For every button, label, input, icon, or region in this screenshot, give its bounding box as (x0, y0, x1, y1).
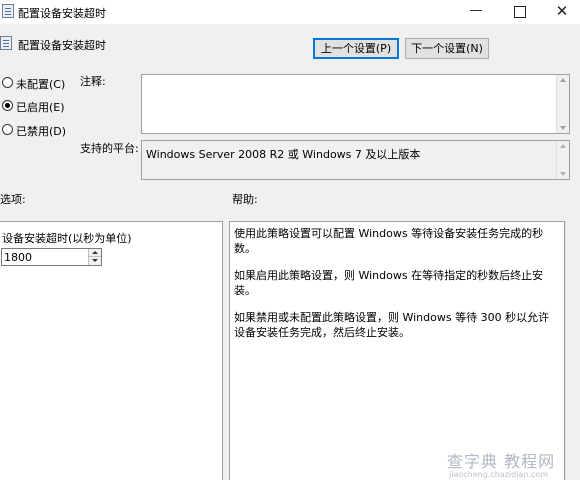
radio-label: 已启用(E) (16, 101, 65, 114)
title-bar: 配置设备安装超时 — ✕ (0, 0, 580, 24)
previous-setting-button[interactable]: 上一个设置(P) (313, 38, 399, 59)
timeout-label: 设备安装超时(以秒为单位) (2, 232, 132, 245)
help-paragraph: 如果禁用或未配置此策略设置，则 Windows 等待 300 秒以允许设备安装任… (234, 311, 550, 339)
timeout-value[interactable]: 1800 (4, 251, 32, 264)
watermark-url: jiaocheng.chazidian.com (449, 470, 549, 479)
comment-label: 注释: (80, 75, 106, 88)
timeout-spinbox[interactable]: 1800 (1, 248, 102, 266)
radio-button[interactable] (2, 100, 13, 111)
watermark: 查字典 教程网 jiaocheng.chazidian.com (447, 448, 572, 480)
supported-platform-value: Windows Server 2008 R2 或 Windows 7 及以上版本 (146, 148, 421, 161)
comment-scrollbar[interactable] (556, 75, 569, 133)
spin-up-icon[interactable] (89, 249, 101, 257)
help-panel: 使用此策略设置可以配置 Windows 等待设备安装任务完成的秒数。 如果启用此… (229, 221, 565, 480)
help-scrollbar[interactable] (565, 221, 580, 480)
platform-scrollbar[interactable] (556, 141, 569, 179)
options-heading: 选项: (0, 193, 26, 206)
radio-button[interactable] (2, 124, 13, 135)
watermark-text: 查字典 教程网 (447, 452, 556, 471)
minimize-button[interactable]: — (454, 0, 498, 24)
policy-icon (0, 36, 12, 50)
options-panel: 设备安装超时(以秒为单位) 1800 (0, 221, 223, 480)
help-paragraph: 使用此策略设置可以配置 Windows 等待设备安装任务完成的秒数。 (234, 227, 544, 255)
help-heading: 帮助: (232, 193, 258, 206)
close-button[interactable]: ✕ (540, 0, 580, 24)
window-title: 配置设备安装超时 (18, 7, 106, 20)
policy-title: 配置设备安装超时 (18, 39, 106, 52)
comment-textarea[interactable] (141, 74, 570, 134)
radio-label: 未配置(C) (16, 78, 66, 91)
radio-label: 已禁用(D) (16, 125, 67, 138)
supported-platform-label: 支持的平台: (80, 142, 139, 155)
maximize-button[interactable] (498, 0, 542, 24)
radio-button[interactable] (2, 77, 13, 88)
maximize-icon (514, 6, 526, 18)
spin-down-icon[interactable] (89, 257, 101, 265)
supported-platform-box: Windows Server 2008 R2 或 Windows 7 及以上版本 (141, 140, 570, 180)
help-paragraph: 如果启用此策略设置，则 Windows 在等待指定的秒数后终止安装。 (234, 269, 544, 297)
spin-buttons (88, 249, 101, 265)
next-setting-button[interactable]: 下一个设置(N) (405, 38, 489, 59)
policy-icon (2, 4, 14, 18)
